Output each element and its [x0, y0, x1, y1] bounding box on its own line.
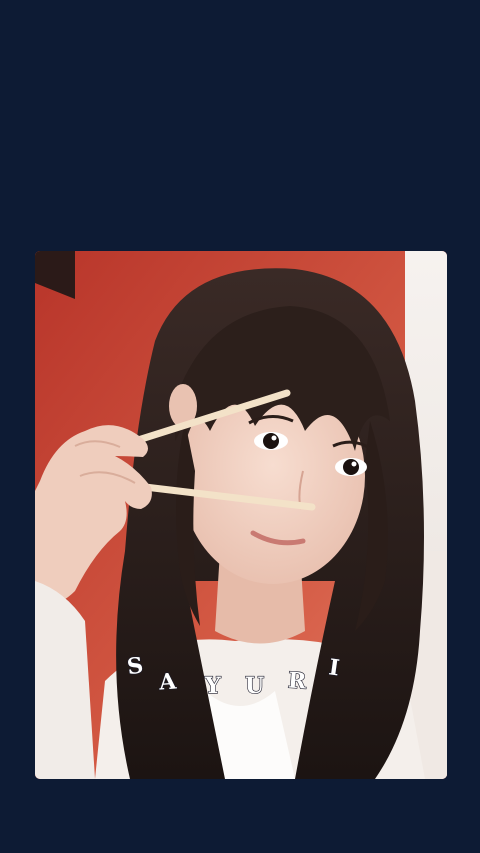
wallpaper-screen: S A Y U R I: [0, 0, 480, 853]
portrait-photo: S A Y U R I: [35, 251, 447, 779]
portrait-illustration: [35, 251, 447, 779]
